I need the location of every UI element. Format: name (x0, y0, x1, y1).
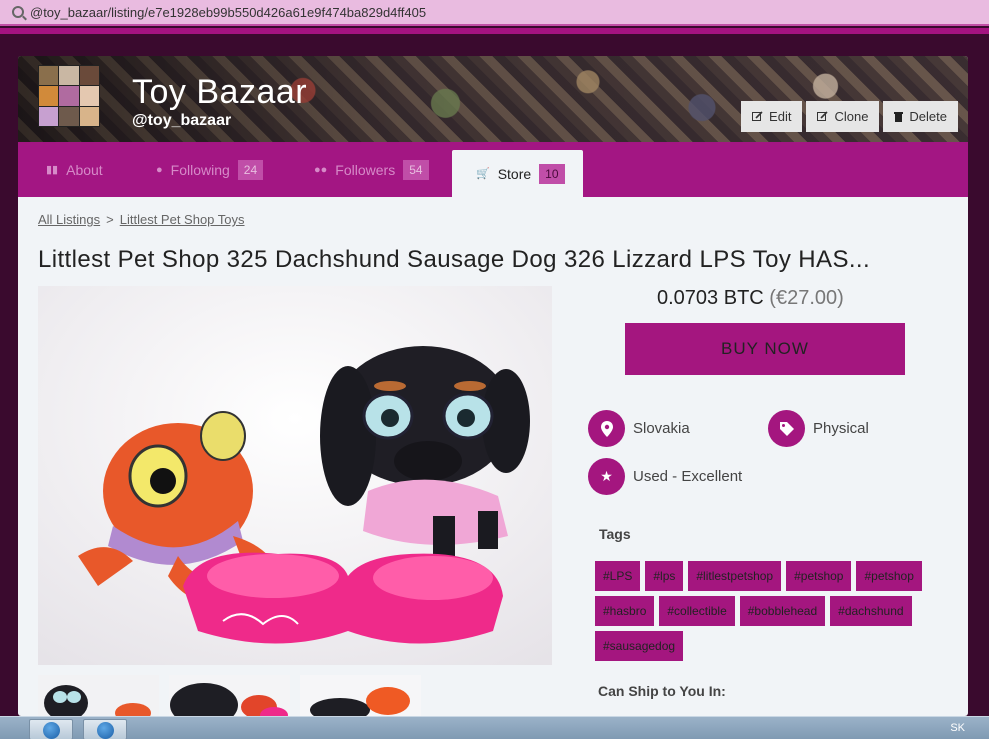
delete-label: Delete (909, 109, 947, 124)
thumbnail[interactable] (300, 675, 421, 716)
breadcrumb-all-listings[interactable]: All Listings (38, 212, 100, 227)
map-pin-icon (588, 410, 625, 447)
header-strip (0, 28, 989, 34)
price-btc: 0.0703 BTC (657, 287, 764, 309)
taskbar: SK (0, 716, 989, 739)
tab-following[interactable]: ● Following 24 (156, 142, 264, 197)
delete-button[interactable]: Delete (883, 101, 958, 132)
tab-following-label: Following (170, 161, 230, 178)
ship-heading: Can Ship to You In: (598, 683, 726, 699)
thumbnail-strip (38, 675, 421, 716)
type-label: Physical (813, 420, 869, 437)
user-icon: ● (156, 163, 163, 176)
breadcrumb-category[interactable]: Littlest Pet Shop Toys (120, 212, 245, 227)
tag-chip[interactable]: #dachshund (830, 596, 912, 626)
condition-label: Used - Excellent (633, 468, 743, 485)
taskbar-app-button[interactable] (83, 719, 127, 739)
store-handle: @toy_bazaar (132, 112, 232, 129)
search-icon (12, 6, 24, 18)
cart-icon: 🛒 (476, 168, 490, 180)
edit-label: Edit (769, 109, 792, 124)
breadcrumb-separator: > (106, 212, 114, 227)
thumbnail-image (300, 675, 421, 716)
tag-chip[interactable]: #petshop (856, 561, 922, 591)
store-avatar[interactable] (38, 65, 100, 127)
thumbnail[interactable] (169, 675, 290, 716)
tag-chip[interactable]: #bobblehead (739, 596, 826, 626)
listing-title: Littlest Pet Shop 325 Dachshund Sausage … (38, 246, 871, 273)
clone-button[interactable]: Clone (806, 101, 880, 132)
tab-about[interactable]: ▮▮ About (46, 142, 103, 197)
store-count: 10 (539, 163, 565, 184)
location-label: Slovakia (633, 420, 690, 437)
tag-list: #LPS #lps #litlestpetshop #petshop #pets… (595, 561, 955, 661)
tag-chip[interactable]: #collectible (659, 596, 735, 626)
tab-followers-label: Followers (335, 161, 396, 178)
breadcrumb: All Listings > Littlest Pet Shop Toys (38, 212, 245, 227)
location-meta: Slovakia (588, 410, 690, 447)
address-bar[interactable]: @toy_bazaar/listing/e7e1928eb99b550d426a… (0, 0, 989, 26)
tab-followers[interactable]: ●● Followers 54 (314, 142, 429, 197)
tag-icon (768, 410, 805, 447)
thumbnail-image (38, 675, 159, 716)
tag-chip[interactable]: #sausagedog (595, 631, 684, 661)
tab-store-label: Store (497, 165, 532, 182)
clone-label: Clone (834, 109, 869, 124)
edit-icon (752, 111, 763, 121)
followers-count: 54 (403, 159, 429, 180)
tags-heading: Tags (599, 526, 631, 542)
buy-now-button[interactable]: BUY NOW (625, 323, 905, 375)
store-tabs: ▮▮ About ● Following 24 ●● Followers 54 … (18, 142, 968, 197)
star-icon: ★ (588, 458, 625, 495)
type-meta: Physical (768, 410, 869, 447)
price-fiat: (€27.00) (769, 287, 844, 309)
trash-icon (894, 112, 904, 122)
book-icon: ▮▮ (46, 164, 59, 176)
listing-main-image[interactable] (38, 286, 552, 665)
following-count: 24 (237, 159, 264, 180)
clone-icon (817, 111, 829, 121)
tag-chip[interactable]: #LPS (595, 561, 641, 591)
product-photo (38, 286, 552, 665)
users-icon: ●● (314, 163, 328, 176)
tab-about-label: About (66, 161, 103, 178)
tag-chip[interactable]: #petshop (786, 561, 852, 591)
app-icon (43, 722, 60, 739)
store-name: Toy Bazaar (132, 73, 308, 111)
thumbnail-image (169, 675, 290, 716)
tab-store[interactable]: 🛒 Store 10 (452, 150, 583, 197)
thumbnail[interactable] (38, 675, 159, 716)
url-text[interactable]: @toy_bazaar/listing/e7e1928eb99b550d426a… (30, 5, 426, 20)
app-icon (97, 722, 114, 739)
tag-chip[interactable]: #lps (645, 561, 684, 591)
condition-meta: ★ Used - Excellent (588, 458, 742, 495)
taskbar-app-button[interactable] (29, 719, 73, 739)
listing-price: 0.0703 BTC (€27.00) (657, 287, 957, 310)
store-actions: Edit Clone Delete (741, 101, 958, 132)
language-indicator[interactable]: SK (950, 722, 965, 734)
tag-chip[interactable]: #hasbro (595, 596, 655, 626)
edit-button[interactable]: Edit (741, 101, 803, 132)
tag-chip[interactable]: #litlestpetshop (688, 561, 782, 591)
store-page: Toy Bazaar @toy_bazaar Edit Clone Delete… (18, 56, 968, 716)
